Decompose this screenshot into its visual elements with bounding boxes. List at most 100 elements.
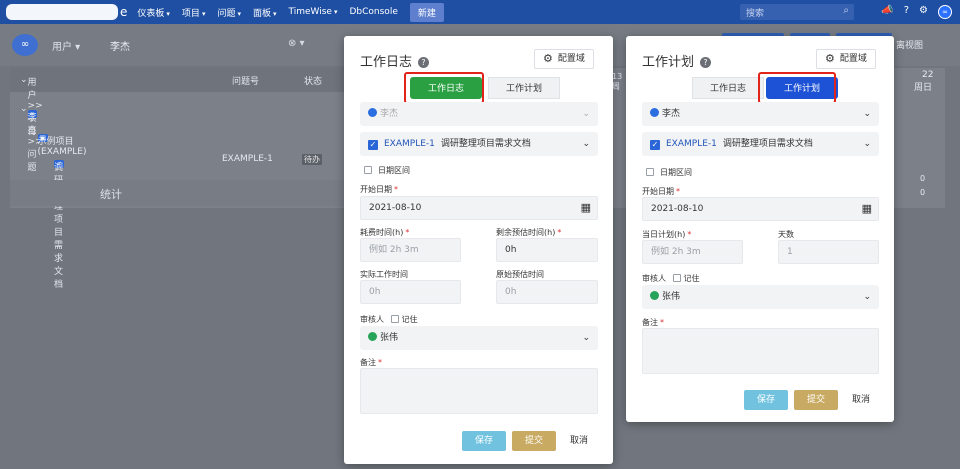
search-placeholder: 搜索 [746, 9, 765, 19]
user-icon [650, 108, 659, 117]
day-number: 22 [922, 70, 934, 80]
issue-no-header: 问题号 [232, 76, 260, 87]
start-date-label: 开始日期 * [360, 185, 398, 194]
chevron-down-icon: ▾ [333, 8, 338, 16]
user-icon [650, 291, 659, 300]
gear-icon[interactable]: ⚙ [919, 5, 928, 19]
original-estimate-input[interactable]: 0h [496, 280, 598, 304]
clear-filter-icon[interactable]: ⊗ ▾ [288, 38, 305, 49]
daily-plan-input[interactable]: 例如 2h 3m [642, 240, 743, 264]
user-row[interactable]: ⌄ ∞ 李杰 [10, 98, 345, 136]
top-nav: e 仪表板 ▾ 项目 ▾ 问题 ▾ 面板 ▾ TimeWise ▾ DbConsole 新… [0, 0, 960, 24]
nav-projects[interactable]: 项目 ▾ [182, 6, 206, 19]
chevron-down-icon: ▾ [201, 9, 206, 18]
issue-select[interactable]: ✓ EXAMPLE-1 调研整理项目需求文档 ⌄ [642, 132, 879, 156]
nav-dbconsole[interactable]: DbConsole [349, 7, 397, 17]
nav-timewise[interactable]: TimeWise ▾ [289, 7, 338, 17]
highlight-box [758, 72, 836, 104]
note-label: 备注 * [360, 358, 382, 367]
nav-icons: 📣 ? ⚙ ∞ [881, 5, 952, 19]
chevron-down-icon: ⌄ [582, 109, 590, 119]
brand-logo[interactable] [6, 4, 118, 20]
grid-header: ⌄ 用户 >> 项目 >> 问题 问题号 状态 [10, 68, 345, 173]
user-select[interactable]: 李杰 ⌄ [642, 102, 879, 126]
dialog-title: 工作计划? [642, 51, 712, 70]
start-date-field[interactable]: 2021-08-10 ▦ [360, 196, 598, 220]
chevron-down-icon: ⌄ [582, 139, 590, 149]
create-button[interactable]: 新建 [409, 2, 444, 22]
cancel-button[interactable]: 取消 [564, 431, 594, 451]
status-header: 状态 [304, 76, 323, 87]
days-input[interactable]: 1 [778, 240, 879, 264]
reviewer-select[interactable]: 张伟 ⌄ [642, 285, 879, 309]
note-textarea[interactable] [360, 368, 598, 414]
avatar[interactable]: ∞ [938, 5, 952, 19]
issue-select[interactable]: ✓ EXAMPLE-1 调研整理项目需求文档 ⌄ [360, 132, 598, 156]
submit-button[interactable]: 提交 [512, 431, 556, 451]
chevron-down-icon: ⌄ [863, 292, 871, 302]
help-icon[interactable]: ? [700, 57, 712, 68]
checkbox-icon: ✓ [650, 140, 660, 150]
project-row[interactable]: ⌄ ▣ 示例项目(EXAMPLE) [10, 122, 345, 157]
time-spent-input[interactable]: 例如 2h 3m [360, 238, 461, 262]
tab-work-plan[interactable]: 工作计划 [488, 77, 560, 99]
search-icon: ⌕ [843, 5, 849, 16]
work-log-dialog: 工作日志? ⚙ 配置域 工作日志 工作计划 李杰 ⌄ ✓ EXAMPLE-1 调研整理… [344, 36, 613, 464]
save-button[interactable]: 保存 [462, 431, 506, 451]
help-icon[interactable]: ? [418, 57, 430, 68]
chevron-down-icon: ▾ [237, 9, 241, 18]
original-estimate-label: 原始预估时间 [496, 270, 544, 279]
nav-boards[interactable]: 面板 ▾ [253, 6, 277, 19]
stats-row: 统计 [10, 180, 345, 206]
work-plan-dialog: 工作计划? ⚙ 配置域 工作日志 工作计划 李杰 ⌄ ✓ EXAMPLE-1 调研整理… [626, 36, 894, 422]
search-input[interactable]: 搜索 ⌕ [740, 4, 854, 20]
daily-plan-label: 当日计划(h) * [642, 230, 692, 239]
gear-icon: ⚙ [825, 52, 835, 65]
save-button[interactable]: 保存 [744, 390, 788, 410]
note-textarea[interactable] [642, 328, 879, 374]
chevron-down-icon: ⌄ [582, 333, 590, 343]
remaining-label: 剩余预估时间(h) * [496, 228, 562, 237]
configure-fields-button[interactable]: ⚙ 配置域 [816, 49, 876, 69]
actual-time-label: 实际工作时间 [360, 270, 408, 279]
reviewer-select[interactable]: 张伟 ⌄ [360, 326, 598, 350]
chevron-down-icon: ▾ [273, 9, 277, 18]
date-range-checkbox[interactable]: 日期区间 [364, 165, 410, 176]
cancel-button[interactable]: 取消 [846, 390, 876, 410]
actual-time-input[interactable]: 0h [360, 280, 461, 304]
nav-dashboards[interactable]: 仪表板 ▾ [137, 6, 170, 19]
status-badge: 待办 [302, 154, 322, 165]
start-date-field[interactable]: 2021-08-10 ▦ [642, 197, 879, 221]
remaining-input[interactable]: 0h [496, 238, 598, 262]
user-select[interactable]: 李杰 ⌄ [360, 102, 598, 126]
dialog-title: 工作日志? [360, 51, 430, 70]
chevron-down-icon: ⌄ [863, 109, 871, 119]
highlight-box [404, 72, 484, 104]
day-total: 0 [920, 188, 926, 197]
day-total: 0 [920, 174, 926, 183]
calendar-icon: ▦ [580, 201, 591, 214]
nav-issues[interactable]: 问题 ▾ [217, 6, 241, 19]
timewise-logo-icon: ∞ [12, 34, 38, 56]
issue-key: EXAMPLE-1 [222, 154, 273, 164]
user-filter-label[interactable]: 用户 ▾ [52, 38, 80, 53]
days-label: 天数 [778, 230, 794, 239]
mid-day-header: 13 周 [612, 72, 623, 91]
configure-fields-button[interactable]: ⚙ 配置域 [534, 49, 594, 69]
brand-tail-text: e [120, 5, 128, 19]
submit-button[interactable]: 提交 [794, 390, 838, 410]
user-filter-value[interactable]: 李杰 [110, 38, 130, 53]
issue-row[interactable]: ✓ 调研整理项目需求文档 EXAMPLE-1 待办 [10, 148, 345, 290]
calendar-icon: ▦ [861, 202, 872, 215]
help-icon[interactable]: ? [904, 5, 909, 19]
note-label: 备注 * [642, 318, 664, 327]
reviewer-label: 审核人 记住 [360, 315, 418, 324]
notification-icon[interactable]: 📣 [881, 5, 893, 19]
tab-work-log[interactable]: 工作日志 [692, 77, 764, 99]
remember-checkbox[interactable] [390, 315, 399, 323]
reviewer-label: 审核人 记住 [642, 274, 700, 283]
start-date-label: 开始日期 * [642, 187, 680, 196]
view-toggle[interactable]: 离视图 [896, 38, 923, 51]
remember-checkbox[interactable] [672, 274, 681, 282]
date-range-checkbox[interactable]: 日期区间 [646, 167, 692, 178]
